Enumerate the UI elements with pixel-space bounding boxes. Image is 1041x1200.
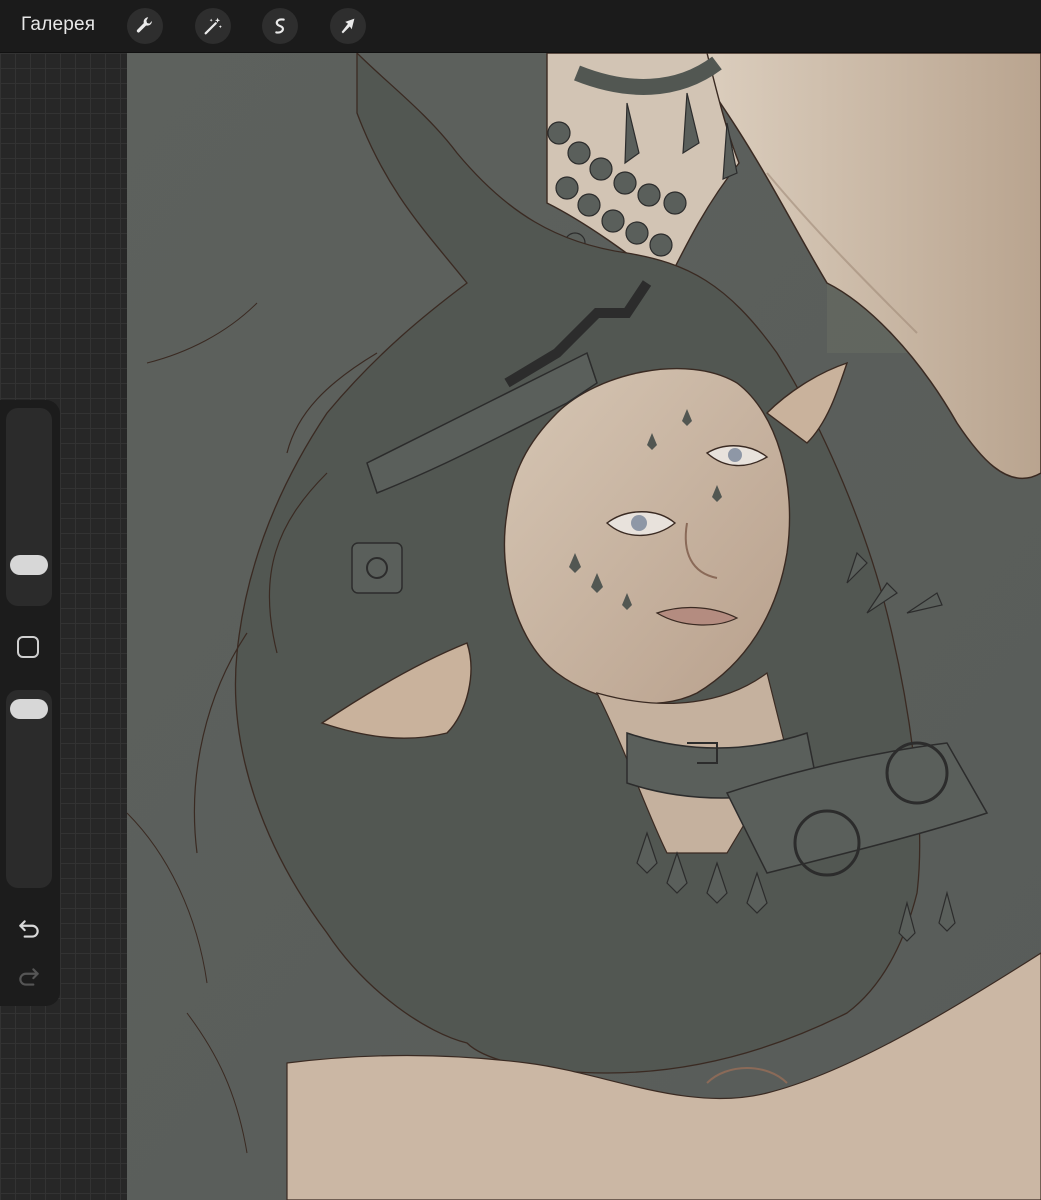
undo-button[interactable]	[14, 914, 44, 944]
selection-button[interactable]	[262, 8, 298, 44]
wrench-icon	[136, 17, 152, 33]
actions-button[interactable]	[127, 8, 163, 44]
top-toolbar: Галерея	[0, 0, 1041, 53]
transform-button[interactable]	[330, 8, 366, 44]
redo-button[interactable]	[14, 962, 44, 992]
redo-icon	[19, 968, 39, 986]
brush-size-slider-thumb[interactable]	[10, 554, 48, 575]
drawing-canvas[interactable]	[127, 53, 1041, 1200]
undo-icon	[19, 920, 39, 938]
adjustments-button[interactable]	[195, 8, 231, 44]
brush-size-slider[interactable]	[6, 408, 52, 606]
opacity-slider[interactable]	[6, 690, 52, 888]
square-modifier-icon[interactable]	[17, 636, 39, 658]
arrow-cursor-icon	[341, 18, 355, 34]
magic-wand-icon	[204, 17, 222, 35]
artwork-illustration	[127, 53, 1041, 1200]
selection-s-icon	[275, 18, 285, 34]
opacity-slider-thumb[interactable]	[10, 699, 48, 720]
side-toolbar	[0, 400, 60, 1006]
gallery-button[interactable]: Галерея	[21, 14, 95, 36]
